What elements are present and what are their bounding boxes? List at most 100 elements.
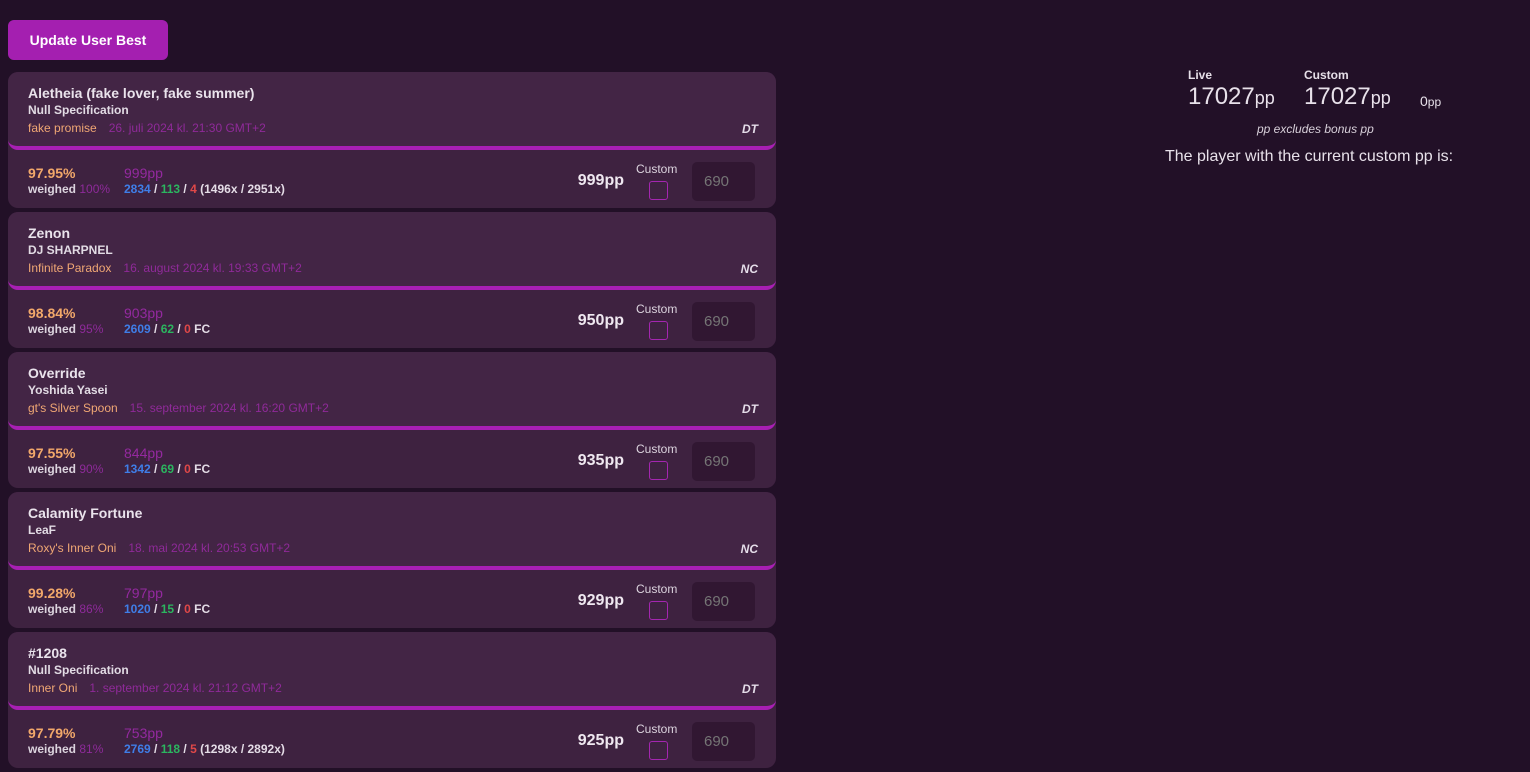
difficulty-line: Inner Oni 1. september 2024 kl. 21:12 GMT…	[28, 681, 282, 695]
hit-counts: 2769 / 118 / 5 (1298x / 2892x)	[124, 742, 285, 756]
combo-info: (1496x / 2951x)	[200, 182, 285, 196]
weighed-percent: 90%	[79, 462, 104, 476]
accuracy: 97.95%	[28, 165, 76, 181]
beatmap-title[interactable]: Aletheia (fake lover, fake summer)	[28, 85, 254, 101]
score-header: #1208 Null Specification Inner Oni 1. sep…	[8, 632, 776, 710]
score-pp: 999pp	[577, 172, 624, 189]
combo-info: FC	[194, 602, 211, 616]
weighed-text: weighed 95%	[28, 322, 103, 336]
custom-pp-input[interactable]	[692, 162, 755, 201]
weighed-percent: 81%	[79, 742, 104, 756]
beatmap-artist: Yoshida Yasei	[28, 383, 108, 397]
weighted-pp: 753pp	[124, 725, 163, 741]
score-date: 15. september 2024 kl. 16:20 GMT+2	[129, 401, 329, 415]
score-date: 26. juli 2024 kl. 21:30 GMT+2	[108, 121, 266, 135]
beatmap-title[interactable]: Override	[28, 365, 86, 381]
custom-checkbox[interactable]	[649, 741, 668, 760]
update-user-best-button[interactable]: Update User Best	[8, 20, 168, 60]
score-details: 97.79% weighed 81% 753pp 2769 / 118 / 5 …	[8, 712, 776, 768]
pp-difference: 0pp	[1420, 93, 1441, 109]
weighed-label: weighed	[28, 742, 77, 756]
score-details: 97.95% weighed 100% 999pp 2834 / 113 / 4…	[8, 152, 776, 208]
custom-pp-input[interactable]	[692, 442, 755, 481]
hit-300-count: 2769	[124, 742, 151, 756]
weighed-label: weighed	[28, 462, 77, 476]
hit-counts: 1342 / 69 / 0 FC	[124, 462, 211, 476]
custom-checkbox[interactable]	[649, 181, 668, 200]
custom-checkbox[interactable]	[649, 321, 668, 340]
weighed-percent: 86%	[79, 602, 104, 616]
pp-difference-unit: pp	[1427, 95, 1442, 109]
score-pp: 950pp	[577, 312, 624, 329]
custom-pp-stat: Custom 17027pp	[1304, 68, 1391, 111]
score-date: 1. september 2024 kl. 21:12 GMT+2	[89, 681, 282, 695]
difficulty-name: Roxy's Inner Oni	[28, 541, 117, 555]
beatmap-artist: Null Specification	[28, 663, 129, 677]
weighed-label: weighed	[28, 182, 77, 196]
weighted-pp: 999pp	[124, 165, 163, 181]
score-date: 16. august 2024 kl. 19:33 GMT+2	[123, 261, 302, 275]
pp-difference-number: 0	[1420, 93, 1428, 109]
mods-badge: NC	[740, 262, 758, 276]
custom-label: Custom	[636, 442, 678, 456]
accuracy: 97.55%	[28, 445, 76, 461]
weighed-text: weighed 90%	[28, 462, 103, 476]
difficulty-line: fake promise 26. juli 2024 kl. 21:30 GMT+…	[28, 121, 266, 135]
beatmap-title[interactable]: Calamity Fortune	[28, 505, 142, 521]
custom-pp-input[interactable]	[692, 722, 755, 761]
live-pp-stat: Live 17027pp	[1188, 68, 1275, 111]
weighted-pp: 797pp	[124, 585, 163, 601]
score-details: 98.84% weighed 95% 903pp 2609 / 62 / 0 F…	[8, 292, 776, 348]
difficulty-name: gt's Silver Spoon	[28, 401, 118, 415]
score-card: #1208 Null Specification Inner Oni 1. sep…	[8, 632, 776, 768]
weighed-percent: 100%	[79, 182, 111, 196]
hit-counts: 2609 / 62 / 0 FC	[124, 322, 211, 336]
custom-label: Custom	[636, 302, 678, 316]
score-card: Override Yoshida Yasei gt's Silver Spoon…	[8, 352, 776, 488]
hit-300-count: 1342	[124, 462, 151, 476]
mods-badge: DT	[742, 122, 758, 136]
beatmap-artist: LeaF	[28, 523, 57, 537]
mods-badge: DT	[742, 402, 758, 416]
custom-pp-unit: pp	[1370, 88, 1391, 108]
score-details: 99.28% weighed 86% 797pp 1020 / 15 / 0 F…	[8, 572, 776, 628]
difficulty-name: Infinite Paradox	[28, 261, 112, 275]
accuracy: 98.84%	[28, 305, 76, 321]
custom-label: Custom	[636, 162, 678, 176]
score-card: Zenon DJ SHARPNEL Infinite Paradox 16. au…	[8, 212, 776, 348]
weighed-text: weighed 100%	[28, 182, 110, 196]
live-pp-unit: pp	[1254, 88, 1275, 108]
custom-label: Custom	[636, 722, 678, 736]
score-details: 97.55% weighed 90% 844pp 1342 / 69 / 0 F…	[8, 432, 776, 488]
difficulty-line: Roxy's Inner Oni 18. mai 2024 kl. 20:53 G…	[28, 541, 290, 555]
weighed-label: weighed	[28, 322, 77, 336]
live-pp-number: 17027	[1188, 83, 1255, 110]
hit-100-count: 118	[160, 742, 181, 756]
miss-count: 0	[184, 602, 191, 616]
live-pp-label: Live	[1188, 68, 1213, 82]
miss-count: 4	[190, 182, 197, 196]
hit-counts: 1020 / 15 / 0 FC	[124, 602, 211, 616]
custom-pp-number: 17027	[1304, 83, 1371, 110]
custom-pp-input[interactable]	[692, 582, 755, 621]
custom-pp-player-text: The player with the current custom pp is…	[1165, 148, 1454, 165]
hit-100-count: 15	[160, 602, 175, 616]
score-pp: 925pp	[577, 732, 624, 749]
custom-checkbox[interactable]	[649, 461, 668, 480]
combo-info: FC	[194, 462, 211, 476]
score-date: 18. mai 2024 kl. 20:53 GMT+2	[128, 541, 291, 555]
combo-info: FC	[194, 322, 211, 336]
beatmap-title[interactable]: Zenon	[28, 225, 70, 241]
weighted-pp: 903pp	[124, 305, 163, 321]
beatmap-title[interactable]: #1208	[28, 645, 67, 661]
mods-badge: DT	[742, 682, 758, 696]
combo-info: (1298x / 2892x)	[200, 742, 285, 756]
custom-label: Custom	[636, 582, 678, 596]
miss-count: 0	[184, 462, 191, 476]
weighed-text: weighed 81%	[28, 742, 103, 756]
custom-checkbox[interactable]	[649, 601, 668, 620]
score-card: Calamity Fortune LeaF Roxy's Inner Oni 18…	[8, 492, 776, 628]
custom-pp-value: 17027pp	[1304, 83, 1391, 111]
custom-pp-input[interactable]	[692, 302, 755, 341]
miss-count: 5	[190, 742, 197, 756]
